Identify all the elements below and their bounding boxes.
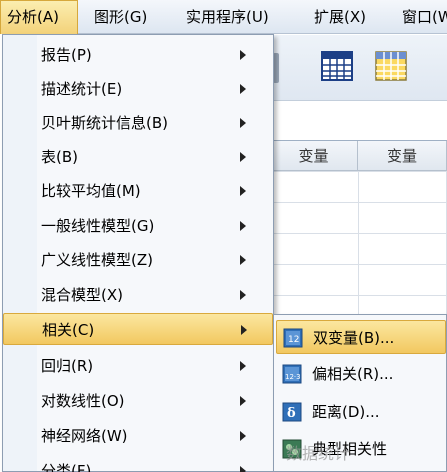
menu-item-label: 相关(C) <box>42 321 95 339</box>
menu-item-neural-networks[interactable]: 神经网络(W) <box>3 420 273 452</box>
menubar: 分析(A) 图形(G) 实用程序(U) 扩展(X) 窗口(W) <box>0 0 447 34</box>
column-header[interactable]: 变量 <box>270 141 358 171</box>
submenu-arrow-icon <box>240 361 246 371</box>
menu-item-label: 报告(P) <box>41 46 92 64</box>
menu-item-loglinear[interactable]: 对数线性(O) <box>3 385 273 417</box>
menu-extensions[interactable]: 扩展(X) <box>308 0 372 34</box>
toolbar <box>270 35 447 101</box>
watermark: 数据统计 <box>286 444 351 463</box>
menu-item-reports[interactable]: 报告(P) <box>3 39 273 71</box>
menu-item-regression[interactable]: 回归(R) <box>3 350 273 382</box>
menu-item-label: 分类(F) <box>41 462 92 472</box>
submenu-item-label: 偏相关(R)... <box>312 365 394 383</box>
submenu-item-label: 双变量(B)... <box>313 329 395 347</box>
menu-item-label: 对数线性(O) <box>41 392 125 410</box>
submenu-arrow-icon <box>240 290 246 300</box>
menu-item-general-linear-model[interactable]: 一般线性模型(G) <box>3 210 273 242</box>
menu-item-mixed-models[interactable]: 混合模型(X) <box>3 279 273 311</box>
submenu-arrow-icon <box>240 50 246 60</box>
svg-text:12: 12 <box>288 335 299 345</box>
submenu-item-bivariate[interactable]: 12 双变量(B)... <box>276 320 446 354</box>
submenu-arrow-icon <box>240 84 246 94</box>
menu-item-label: 混合模型(X) <box>41 286 123 304</box>
partial-correlation-icon: 12·3 <box>282 364 302 384</box>
submenu-arrow-icon <box>240 221 246 231</box>
menu-item-label: 表(B) <box>41 148 78 166</box>
cell-editor-bar[interactable] <box>270 101 447 141</box>
menu-graphs[interactable]: 图形(G) <box>88 0 153 34</box>
column-header[interactable]: 变量 <box>358 141 447 171</box>
menu-item-label: 描述统计(E) <box>41 80 123 98</box>
submenu-arrow-icon <box>240 152 246 162</box>
submenu-item-label: 距离(D)... <box>312 403 380 421</box>
menu-utilities[interactable]: 实用程序(U) <box>180 0 275 34</box>
submenu-arrow-icon <box>240 431 246 441</box>
menu-item-label: 回归(R) <box>41 357 94 375</box>
data-view-icon[interactable] <box>374 49 408 83</box>
menu-item-label: 比较平均值(M) <box>41 182 141 200</box>
bivariate-icon: 12 <box>283 328 303 348</box>
menu-item-label: 一般线性模型(G) <box>41 217 155 235</box>
menu-item-label: 广义线性模型(Z) <box>41 251 153 269</box>
submenu-arrow-icon <box>240 118 246 128</box>
menu-window[interactable]: 窗口(W) <box>396 0 447 34</box>
submenu-arrow-icon <box>240 466 246 472</box>
submenu-arrow-icon <box>240 186 246 196</box>
menu-item-correlate[interactable]: 相关(C) <box>3 313 273 345</box>
svg-text:δ: δ <box>287 406 296 421</box>
menu-item-tables[interactable]: 表(B) <box>3 141 273 173</box>
menu-analyze[interactable]: 分析(A) <box>0 0 78 34</box>
menu-item-descriptive-statistics[interactable]: 描述统计(E) <box>3 73 273 105</box>
submenu-arrow-icon <box>240 255 246 265</box>
menu-item-generalized-linear-models[interactable]: 广义线性模型(Z) <box>3 244 273 276</box>
distance-icon: δ <box>282 402 302 422</box>
submenu-arrow-icon <box>241 325 247 335</box>
menu-item-classify[interactable]: 分类(F) <box>3 455 273 472</box>
menu-item-compare-means[interactable]: 比较平均值(M) <box>3 175 273 207</box>
menu-item-label: 神经网络(W) <box>41 427 128 445</box>
svg-text:12·3: 12·3 <box>285 373 301 381</box>
submenu-item-distances[interactable]: δ 距离(D)... <box>276 395 446 429</box>
submenu-arrow-icon <box>240 396 246 406</box>
submenu-item-partial[interactable]: 12·3 偏相关(R)... <box>276 357 446 391</box>
table-grid-icon[interactable] <box>320 49 354 83</box>
menu-item-bayesian-statistics[interactable]: 贝叶斯统计信息(B) <box>3 107 273 139</box>
analyze-menu: 报告(P) 描述统计(E) 贝叶斯统计信息(B) 表(B) 比较平均值(M) 一… <box>2 34 274 472</box>
menu-item-label: 贝叶斯统计信息(B) <box>41 114 168 132</box>
